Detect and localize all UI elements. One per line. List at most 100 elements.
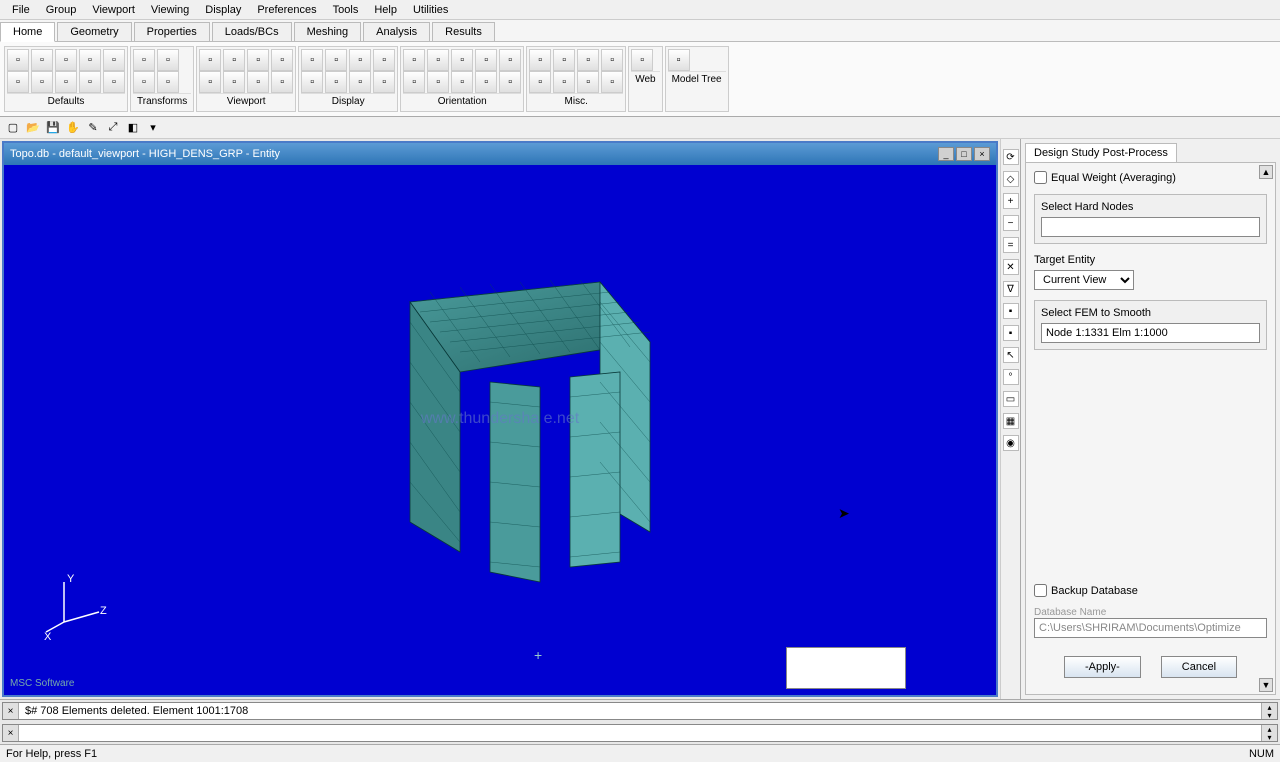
ribbon-icon[interactable]: ▫ <box>403 71 425 93</box>
tool-equal-icon[interactable]: = <box>1003 237 1019 253</box>
ribbon-icon[interactable]: ▫ <box>475 71 497 93</box>
menu-file[interactable]: File <box>4 2 38 18</box>
tab-analysis[interactable]: Analysis <box>363 22 430 41</box>
hard-nodes-input[interactable] <box>1041 217 1260 237</box>
minimize-button[interactable]: _ <box>938 147 954 161</box>
ribbon-icon[interactable]: ▫ <box>157 71 179 93</box>
menu-preferences[interactable]: Preferences <box>249 2 324 18</box>
ribbon-icon[interactable]: ▫ <box>157 49 179 71</box>
menu-group[interactable]: Group <box>38 2 85 18</box>
command-input[interactable] <box>19 725 1261 741</box>
menu-viewing[interactable]: Viewing <box>143 2 197 18</box>
input-scroll[interactable]: ▴▾ <box>1261 725 1277 741</box>
menu-viewport[interactable]: Viewport <box>84 2 143 18</box>
tool-box2-icon[interactable]: ▪ <box>1003 325 1019 341</box>
ribbon-icon[interactable]: ▫ <box>349 49 371 71</box>
tool-refresh-icon[interactable]: ⟳ <box>1003 149 1019 165</box>
ribbon-icon[interactable]: ▫ <box>499 49 521 71</box>
ribbon-icon[interactable]: ▫ <box>601 71 623 93</box>
tab-geometry[interactable]: Geometry <box>57 22 131 41</box>
ribbon-icon[interactable]: ▫ <box>668 49 690 71</box>
hand-icon[interactable]: ✋ <box>64 119 82 137</box>
ribbon-icon[interactable]: ▫ <box>373 49 395 71</box>
tool-box1-icon[interactable]: ▪ <box>1003 303 1019 319</box>
backup-checkbox[interactable]: Backup Database <box>1034 584 1267 597</box>
ribbon-icon[interactable]: ▫ <box>133 49 155 71</box>
ribbon-icon[interactable]: ▫ <box>349 71 371 93</box>
ribbon-icon[interactable]: ▫ <box>271 49 293 71</box>
ribbon-icon[interactable]: ▫ <box>427 49 449 71</box>
ribbon-icon[interactable]: ▫ <box>499 71 521 93</box>
tool-pointer-icon[interactable]: ↖ <box>1003 347 1019 363</box>
menu-help[interactable]: Help <box>366 2 405 18</box>
tab-home[interactable]: Home <box>0 22 55 42</box>
ribbon-icon[interactable]: ▫ <box>133 71 155 93</box>
new-icon[interactable]: ▢ <box>4 119 22 137</box>
tool-dot-icon[interactable]: ° <box>1003 369 1019 385</box>
ribbon-icon[interactable]: ▫ <box>325 71 347 93</box>
fit-icon[interactable]: ⤢ <box>104 119 122 137</box>
ribbon-icon[interactable]: ▫ <box>7 49 29 71</box>
ribbon-icon[interactable]: ▫ <box>55 71 77 93</box>
menu-display[interactable]: Display <box>197 2 249 18</box>
ribbon-icon[interactable]: ▫ <box>55 49 77 71</box>
ribbon-icon[interactable]: ▫ <box>553 71 575 93</box>
ribbon-icon[interactable]: ▫ <box>31 49 53 71</box>
tab-meshing[interactable]: Meshing <box>294 22 362 41</box>
ribbon-icon[interactable]: ▫ <box>247 71 269 93</box>
menu-tools[interactable]: Tools <box>325 2 367 18</box>
tool-rect-icon[interactable]: ▭ <box>1003 391 1019 407</box>
panel-scroll-down-icon[interactable]: ▼ <box>1259 678 1273 692</box>
ribbon-icon[interactable]: ▫ <box>475 49 497 71</box>
maximize-button[interactable]: □ <box>956 147 972 161</box>
history-scroll[interactable]: ▴▾ <box>1261 703 1277 719</box>
tool-grid-icon[interactable]: ▦ <box>1003 413 1019 429</box>
save-icon[interactable]: 💾 <box>44 119 62 137</box>
ribbon-icon[interactable]: ▫ <box>271 71 293 93</box>
ribbon-icon[interactable]: ▫ <box>79 49 101 71</box>
tab-loads-bcs[interactable]: Loads/BCs <box>212 22 292 41</box>
ribbon-icon[interactable]: ▫ <box>301 71 323 93</box>
ribbon-icon[interactable]: ▫ <box>403 49 425 71</box>
ribbon-icon[interactable]: ▫ <box>451 71 473 93</box>
menu-utilities[interactable]: Utilities <box>405 2 456 18</box>
backup-input[interactable] <box>1034 584 1047 597</box>
ribbon-icon[interactable]: ▫ <box>103 49 125 71</box>
viewport-canvas[interactable]: www.thundersha e.net Y Z X MSC Software … <box>4 165 996 695</box>
ribbon-icon[interactable]: ▫ <box>427 71 449 93</box>
ribbon-icon[interactable]: ▫ <box>247 49 269 71</box>
close-button[interactable]: × <box>974 147 990 161</box>
cancel-button[interactable]: Cancel <box>1161 656 1237 678</box>
tab-results[interactable]: Results <box>432 22 495 41</box>
ribbon-icon[interactable]: ▫ <box>31 71 53 93</box>
ribbon-icon[interactable]: ▫ <box>325 49 347 71</box>
ribbon-icon[interactable]: ▫ <box>553 49 575 71</box>
tool-close-icon[interactable]: ✕ <box>1003 259 1019 275</box>
equal-weight-input[interactable] <box>1034 171 1047 184</box>
tool-filter-icon[interactable]: ∇ <box>1003 281 1019 297</box>
ribbon-icon[interactable]: ▫ <box>199 49 221 71</box>
tool-plus-icon[interactable]: + <box>1003 193 1019 209</box>
ribbon-icon[interactable]: ▫ <box>79 71 101 93</box>
tool-globe-icon[interactable]: ◉ <box>1003 435 1019 451</box>
ribbon-icon[interactable]: ▫ <box>223 49 245 71</box>
brush-icon[interactable]: ✎ <box>84 119 102 137</box>
ribbon-icon[interactable]: ▫ <box>577 49 599 71</box>
target-entity-select[interactable]: Current View <box>1034 270 1134 290</box>
tool-select-icon[interactable]: ◇ <box>1003 171 1019 187</box>
ribbon-icon[interactable]: ▫ <box>529 49 551 71</box>
ribbon-icon[interactable]: ▫ <box>301 49 323 71</box>
panel-tab[interactable]: Design Study Post-Process <box>1025 143 1177 162</box>
ribbon-icon[interactable]: ▫ <box>223 71 245 93</box>
input-close-icon[interactable]: × <box>3 725 19 741</box>
tool-minus-icon[interactable]: − <box>1003 215 1019 231</box>
apply-button[interactable]: -Apply- <box>1064 656 1141 678</box>
history-close-icon[interactable]: × <box>3 703 19 719</box>
ribbon-icon[interactable]: ▫ <box>451 49 473 71</box>
ribbon-icon[interactable]: ▫ <box>601 49 623 71</box>
ribbon-icon[interactable]: ▫ <box>103 71 125 93</box>
ribbon-icon[interactable]: ▫ <box>199 71 221 93</box>
tab-properties[interactable]: Properties <box>134 22 210 41</box>
dropdown-icon[interactable]: ▾ <box>144 119 162 137</box>
ribbon-icon[interactable]: ▫ <box>577 71 599 93</box>
